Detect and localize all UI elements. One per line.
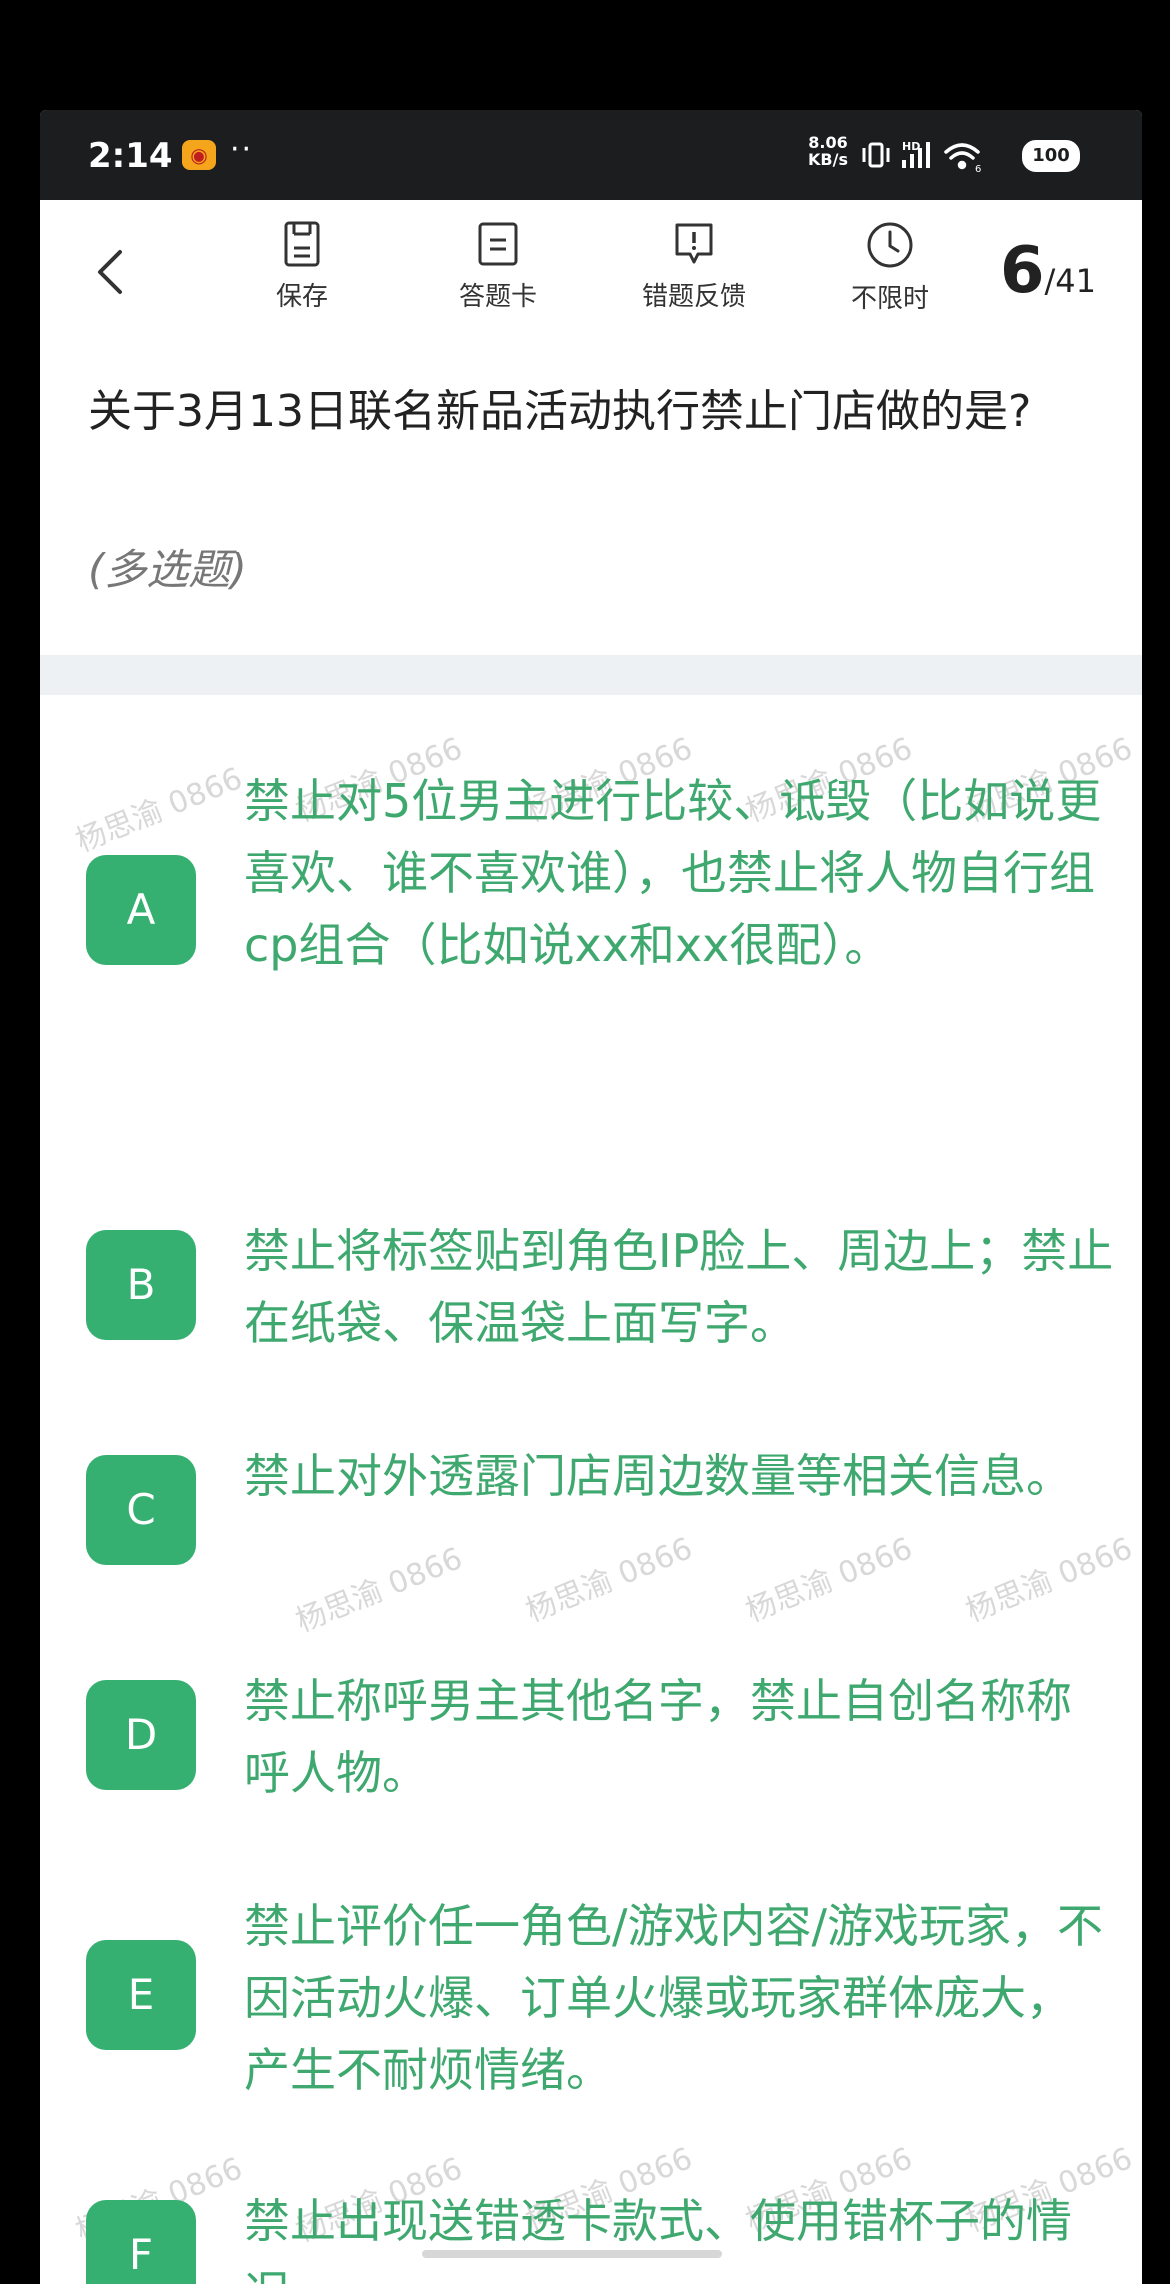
network-speed: 8.06 KB/s [808, 134, 848, 168]
question-progress: 6/41 [1000, 234, 1096, 308]
option-a[interactable]: A 禁止对5位男主进行比较、诋毁（比如说更喜欢、谁不喜欢谁），也禁止将人物自行组… [40, 765, 1142, 1055]
section-divider [40, 655, 1142, 695]
wifi-icon [944, 143, 980, 170]
back-button[interactable] [84, 244, 140, 300]
total-questions: /41 [1044, 262, 1097, 300]
home-indicator[interactable] [422, 2250, 722, 2258]
option-text: 禁止将标签贴到角色IP脸上、周边上；禁止在纸袋、保温袋上面写字。 [244, 1224, 1114, 1350]
option-letter-badge: C [86, 1455, 196, 1565]
timer-button[interactable]: 不限时 [820, 220, 960, 315]
option-b[interactable]: B 禁止将标签贴到角色IP脸上、周边上；禁止在纸袋、保温袋上面写字。 [40, 1215, 1142, 1365]
phone-screen: 2:14 ◉ ·· 8.06 KB/s HD 6 100 保存 答题卡 错题反馈… [40, 110, 1142, 2284]
feedback-icon [675, 223, 713, 264]
option-letter-badge: A [86, 855, 196, 965]
answer-card-icon [478, 222, 518, 266]
option-text: 禁止出现送错透卡款式、使用错杯子的情况。 [244, 2194, 1072, 2284]
option-text: 禁止称呼男主其他名字，禁止自创名称称呼人物。 [244, 1674, 1072, 1800]
save-button[interactable]: 保存 [232, 220, 372, 313]
question-text: 关于3月13日联名新品活动执行禁止门店做的是? [88, 386, 1032, 437]
option-text: 禁止对外透露门店周边数量等相关信息。 [244, 1449, 1072, 1503]
current-question-number: 6 [999, 234, 1045, 308]
option-letter-badge: B [86, 1230, 196, 1340]
hd-label: HD [902, 140, 920, 153]
status-bar: 2:14 ◉ ·· 8.06 KB/s HD 6 100 [40, 110, 1142, 200]
battery-indicator: 100 [1022, 140, 1080, 172]
option-letter-badge: E [86, 1940, 196, 2050]
vibrate-icon [862, 142, 890, 168]
option-text: 禁止评价任一角色/游戏内容/游戏玩家，不因活动火爆、订单火爆或玩家群体庞大，产生… [244, 1899, 1103, 2097]
answer-card-button[interactable]: 答题卡 [428, 220, 568, 313]
question-type: (多选题) [88, 545, 247, 594]
save-label: 保存 [275, 282, 328, 312]
weibo-notification-icon: ◉ [182, 140, 216, 170]
more-notifications-icon: ·· [230, 132, 254, 167]
network-speed-unit: KB/s [808, 150, 848, 169]
option-letter-badge: F [86, 2200, 196, 2284]
network-speed-value: 8.06 [808, 133, 848, 152]
status-time: 2:14 [88, 136, 173, 176]
signal-wifi-icons: HD 6 [862, 140, 981, 175]
chevron-left-icon [98, 250, 122, 294]
save-icon [284, 221, 320, 267]
quiz-toolbar: 保存 答题卡 错题反馈 不限时 6/41 [40, 200, 1142, 340]
option-f[interactable]: F 禁止出现送错透卡款式、使用错杯子的情况。 [40, 2185, 1142, 2284]
option-c[interactable]: C 禁止对外透露门店周边数量等相关信息。 [40, 1440, 1142, 1590]
option-d[interactable]: D 禁止称呼男主其他名字，禁止自创名称称呼人物。 [40, 1665, 1142, 1815]
error-feedback-label: 错题反馈 [641, 282, 746, 312]
answer-card-label: 答题卡 [458, 282, 537, 312]
wifi-gen-label: 6 [975, 164, 981, 175]
clock-icon [867, 222, 913, 268]
options-list: 杨思渝 0866 杨思渝 0866 杨思渝 0866 杨思渝 0866 杨思渝 … [40, 695, 1142, 2284]
timer-label: 不限时 [850, 284, 929, 314]
error-feedback-button[interactable]: 错题反馈 [624, 220, 764, 313]
option-letter-badge: D [86, 1680, 196, 1790]
question-card: 关于3月13日联名新品活动执行禁止门店做的是? (多选题) [40, 340, 1142, 655]
option-text: 禁止对5位男主进行比较、诋毁（比如说更喜欢、谁不喜欢谁），也禁止将人物自行组cp… [244, 774, 1102, 972]
option-e[interactable]: E 禁止评价任一角色/游戏内容/游戏玩家，不因活动火爆、订单火爆或玩家群体庞大，… [40, 1890, 1142, 2110]
